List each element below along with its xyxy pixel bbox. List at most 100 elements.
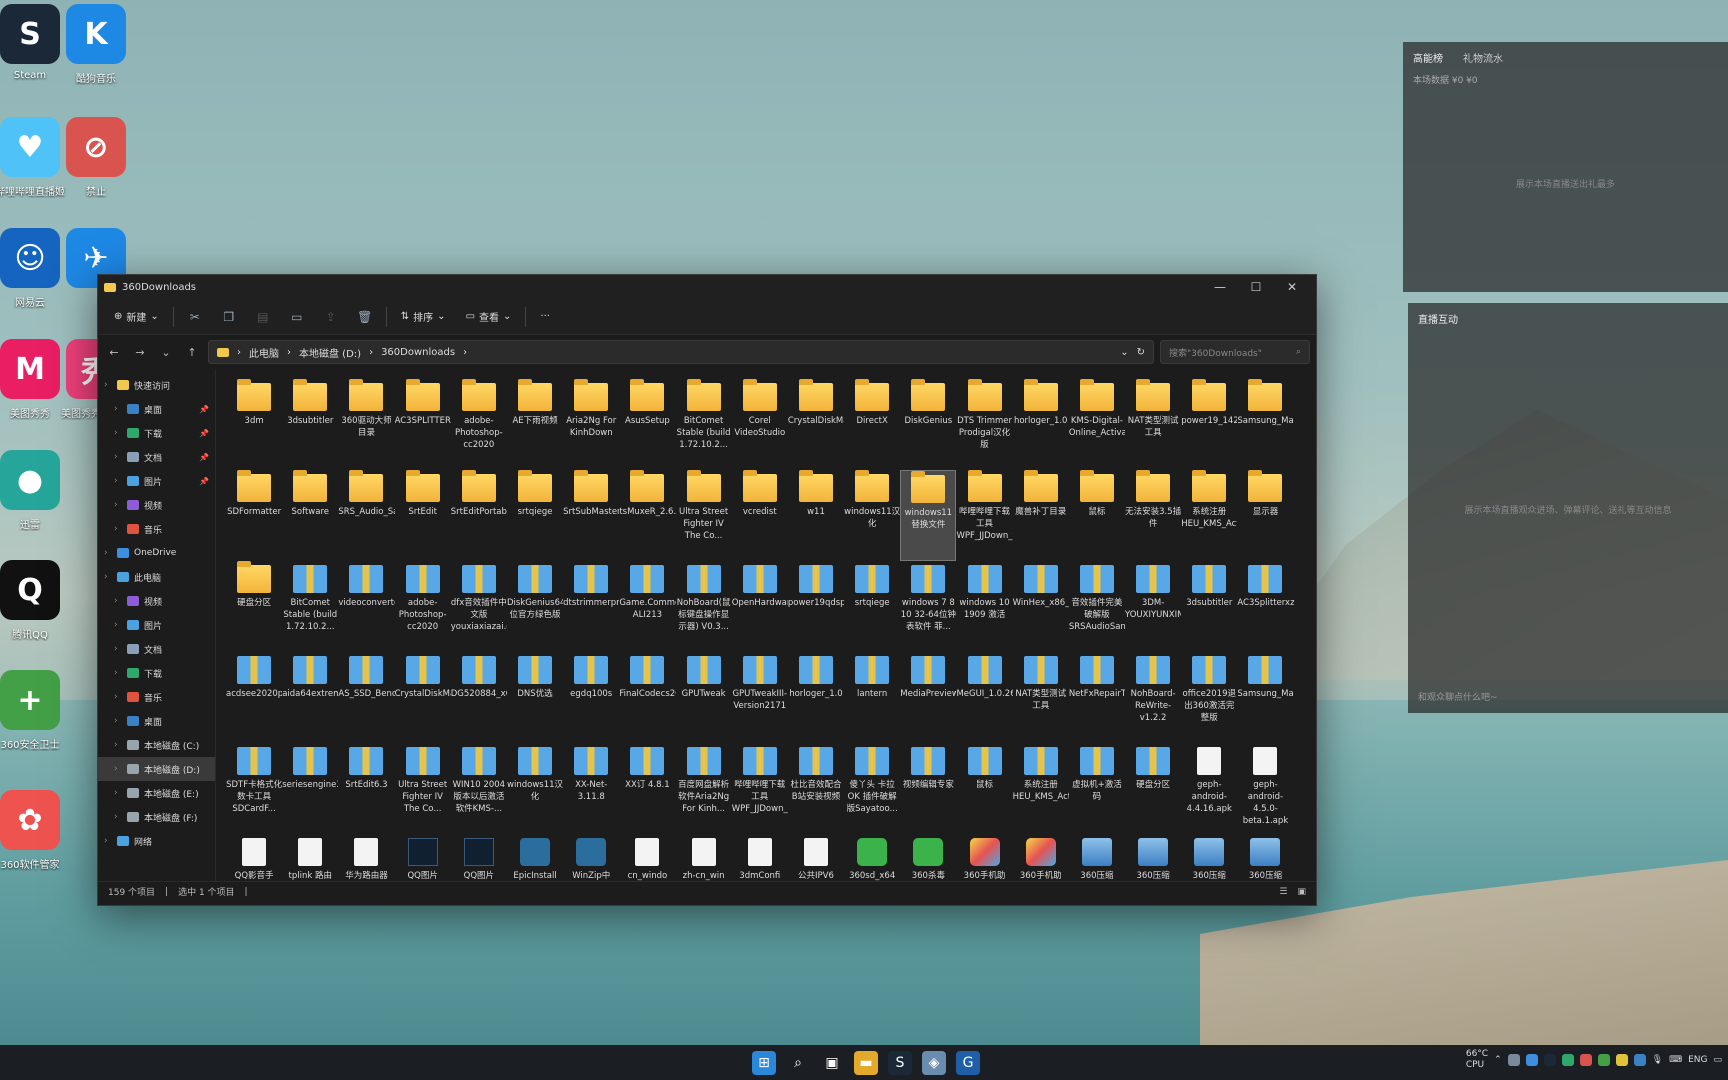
- file-item[interactable]: 3dm: [226, 379, 282, 470]
- file-item[interactable]: Samsung_Magician_Installer: [1237, 379, 1294, 470]
- file-item[interactable]: Aria2Ng For KinhDown: [563, 379, 619, 470]
- file-item[interactable]: SrtEdit6.3: [338, 743, 394, 834]
- file-item[interactable]: cn_windo: [619, 834, 675, 881]
- file-item[interactable]: 硬盘分区: [1125, 743, 1181, 834]
- expand-chevron-icon[interactable]: ›: [104, 572, 112, 582]
- file-item[interactable]: SDFormatter: [226, 470, 282, 561]
- file-item[interactable]: DirectX: [844, 379, 900, 470]
- refresh-icon[interactable]: ↻: [1137, 347, 1145, 358]
- file-item[interactable]: NAT类型测试工具: [1125, 379, 1181, 470]
- task-view-icon[interactable]: ▣: [820, 1051, 844, 1075]
- file-item[interactable]: NetFxRepairTool_1.3: [1069, 652, 1125, 743]
- breadcrumb-this-pc[interactable]: 此电脑: [249, 345, 279, 360]
- tray-app-icon[interactable]: [1633, 1054, 1646, 1066]
- view-button[interactable]: ▭ 查看 ⌄: [460, 305, 518, 328]
- file-item[interactable]: Samsung_Magician_Installer_Official_7.0.…: [1237, 652, 1294, 743]
- file-item[interactable]: AC3SPLITTER: [395, 379, 451, 470]
- tray-chevron-icon[interactable]: ⌃: [1494, 1055, 1502, 1065]
- file-item[interactable]: windows11汉化: [507, 743, 563, 834]
- file-item[interactable]: Corel VideoStudio: [732, 379, 788, 470]
- file-item[interactable]: 百度网盘解析软件Aria2Ng For Kinh...: [676, 743, 732, 834]
- file-item[interactable]: EpicInstall: [507, 834, 563, 881]
- file-item[interactable]: power19_142916: [1181, 379, 1237, 470]
- file-item[interactable]: egdq100s: [563, 652, 619, 743]
- file-item[interactable]: dtstrimmerprodigal: [563, 561, 619, 652]
- app-icon[interactable]: ◈: [922, 1051, 946, 1075]
- file-item[interactable]: FinalCodecs2020spV3: [619, 652, 676, 743]
- file-item[interactable]: DTS Trimmer Prodigal汉化版: [956, 379, 1012, 470]
- recent-chevron-icon[interactable]: ⌄: [156, 346, 176, 359]
- file-item[interactable]: AC3Splitterxz(1): [1237, 561, 1294, 652]
- desktop-shortcut[interactable]: K 酷狗音乐: [56, 4, 136, 85]
- file-item[interactable]: 3dsubtitler: [282, 379, 338, 470]
- file-item[interactable]: QQ图片: [395, 834, 451, 881]
- file-item[interactable]: SrtEdit: [395, 470, 451, 561]
- file-item[interactable]: geph-android-4.4.16.apk: [1181, 743, 1237, 834]
- file-item[interactable]: windows11汉化: [844, 470, 900, 561]
- tray-app-icon[interactable]: [1507, 1054, 1520, 1066]
- file-item[interactable]: QQ影音手: [226, 834, 282, 881]
- title-bar[interactable]: 360Downloads — ☐ ✕: [98, 275, 1316, 299]
- details-view-icon[interactable]: ☰: [1279, 887, 1287, 897]
- desktop-shortcut[interactable]: ● 迅雷: [0, 450, 70, 531]
- file-item[interactable]: WinZip中: [563, 834, 619, 881]
- file-item[interactable]: DiskGenius: [900, 379, 956, 470]
- file-item[interactable]: 傻丫头 卡拉OK 插件破解版Sayatoo...: [844, 743, 900, 834]
- file-item[interactable]: DiskGenius64位官方绿色版: [507, 561, 563, 652]
- up-icon[interactable]: ↑: [182, 346, 202, 359]
- tray-app-icon[interactable]: [1561, 1054, 1574, 1066]
- breadcrumb-drive-d[interactable]: 本地磁盘 (D:): [299, 345, 361, 360]
- file-item[interactable]: windows 7 8 10 32-64位钟表软件 菲...: [900, 561, 956, 652]
- sidebar-item[interactable]: › 本地磁盘 (E:): [98, 781, 215, 805]
- sidebar-item[interactable]: › 图片: [98, 613, 215, 637]
- chat-input[interactable]: 和观众聊点什么吧~: [1418, 690, 1498, 703]
- file-item[interactable]: seriesengine3134: [282, 743, 338, 834]
- file-item[interactable]: 公共IPV6: [788, 834, 844, 881]
- file-item[interactable]: 系统注册HEU_KMS_Activator_v20.0.0: [1013, 743, 1069, 834]
- file-item[interactable]: horloger_1.0: [1013, 379, 1069, 470]
- file-item[interactable]: DG520884_x64: [451, 652, 507, 743]
- file-item[interactable]: 3dsubtitler: [1181, 561, 1237, 652]
- file-item[interactable]: 360压缩: [1069, 834, 1125, 881]
- forward-icon[interactable]: →: [130, 346, 150, 359]
- paste-icon[interactable]: ▤: [250, 307, 276, 327]
- file-item[interactable]: 360压缩: [1181, 834, 1237, 881]
- file-item[interactable]: 哔哩哔哩下载工具WPF_JJDown_v1.22...: [732, 743, 788, 834]
- file-item[interactable]: adobe-Photoshop-cc2020: [395, 561, 451, 652]
- file-item[interactable]: windows11替换文件: [900, 470, 957, 561]
- expand-chevron-icon[interactable]: ›: [114, 524, 122, 534]
- address-history-icon[interactable]: ⌄: [1120, 347, 1128, 358]
- file-item[interactable]: 硬盘分区: [226, 561, 282, 652]
- sidebar-item[interactable]: › 音乐: [98, 685, 215, 709]
- sidebar-item[interactable]: › 下载: [98, 661, 215, 685]
- file-item[interactable]: 360手机助: [1013, 834, 1069, 881]
- share-icon[interactable]: ⇪: [318, 307, 344, 327]
- file-item[interactable]: 3dmConfi: [732, 834, 788, 881]
- file-item[interactable]: aida64extreme_build_5462_kh9ybtp6zq: [282, 652, 338, 743]
- file-item[interactable]: CrystalDiskMark_7.0.0.2019: [395, 652, 451, 743]
- file-item[interactable]: horloger_1.0: [788, 652, 844, 743]
- rename-icon[interactable]: ▭: [284, 307, 310, 327]
- search-input[interactable]: 搜索"360Downloads" ⌕: [1160, 340, 1310, 364]
- desktop-shortcut[interactable]: Q 腾讯QQ: [0, 560, 70, 641]
- file-item[interactable]: BitComet Stable (build 1.72.10.2...: [676, 379, 732, 470]
- file-item[interactable]: 360sd_x64: [844, 834, 900, 881]
- desktop-shortcut[interactable]: ✿ 360软件管家: [0, 790, 70, 871]
- file-item[interactable]: tplink 路由: [282, 834, 338, 881]
- g-app-icon[interactable]: G: [956, 1051, 980, 1075]
- file-item[interactable]: XX-Net-3.11.8: [563, 743, 619, 834]
- sort-button[interactable]: ⇅ 排序 ⌄: [395, 305, 452, 328]
- file-item[interactable]: zh-cn_win: [676, 834, 732, 881]
- tray-app-icon[interactable]: [1525, 1054, 1538, 1066]
- expand-chevron-icon[interactable]: ›: [114, 668, 122, 678]
- file-item[interactable]: Ultra Street Fighter IV The Co...: [395, 743, 451, 834]
- desktop-shortcut[interactable]: ⊘ 禁止: [56, 117, 136, 198]
- back-icon[interactable]: ←: [104, 346, 124, 359]
- sidebar-item[interactable]: › 视频: [98, 493, 215, 517]
- cut-icon[interactable]: ✂: [182, 307, 208, 327]
- file-item[interactable]: 显示器: [1237, 470, 1293, 561]
- expand-chevron-icon[interactable]: ›: [114, 812, 122, 822]
- file-item[interactable]: 魔兽补丁目录: [1013, 470, 1069, 561]
- expand-chevron-icon[interactable]: ›: [114, 476, 122, 486]
- file-item[interactable]: 哔哩哔哩下载工具WPF_JJDown_v1.22...: [956, 470, 1013, 561]
